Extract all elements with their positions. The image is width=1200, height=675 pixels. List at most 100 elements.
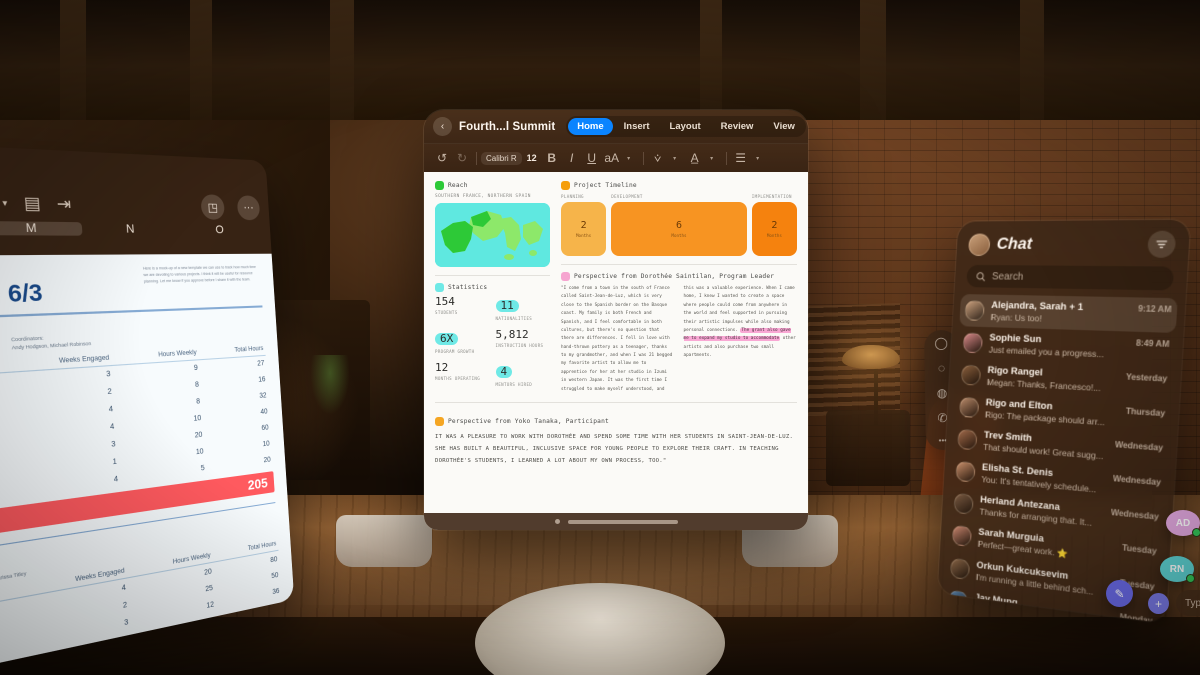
tab-insert[interactable]: Insert bbox=[615, 118, 659, 135]
phase-bar: 2 Months bbox=[751, 202, 797, 256]
perspective-tanaka-section: Perspective from Yoko Tanaka, Participan… bbox=[435, 416, 797, 467]
chevron-down-icon[interactable]: ▾ bbox=[748, 155, 768, 162]
add-button[interactable]: + bbox=[1148, 593, 1169, 614]
underline-button[interactable]: U bbox=[582, 151, 602, 165]
tab-view[interactable]: View bbox=[764, 118, 803, 135]
conversation-timestamp: Wednesday bbox=[1110, 507, 1160, 522]
chevron-down-icon[interactable]: ▾ bbox=[619, 155, 639, 162]
avatar bbox=[960, 364, 982, 386]
column-header-m[interactable]: M bbox=[0, 220, 83, 236]
tab-review[interactable]: Review bbox=[712, 118, 763, 135]
avatar-ad[interactable]: AD bbox=[1166, 510, 1200, 537]
conversation-timestamp: Thursday bbox=[1125, 406, 1166, 419]
avatar-rn[interactable]: RN bbox=[1160, 556, 1195, 583]
filter-icon[interactable] bbox=[1147, 230, 1177, 258]
redo-icon[interactable]: ↻ bbox=[452, 151, 472, 165]
ceiling-beam bbox=[1020, 0, 1044, 120]
avatar[interactable] bbox=[968, 233, 991, 256]
spreadsheet-window[interactable]: Review View A̲ ▾ ≡ ▾ ¶ ▾ ▤ ⇥ ◳ ··· L M N… bbox=[0, 139, 295, 675]
stat-label: STUDENTS bbox=[435, 310, 458, 316]
stat-item: 6X PROGRAM GROWTH bbox=[435, 329, 490, 355]
bell-icon[interactable]: ◯ bbox=[934, 335, 948, 349]
undo-icon[interactable]: ↺ bbox=[432, 151, 452, 165]
ceiling-beam bbox=[860, 0, 886, 120]
more-icon[interactable]: ··· bbox=[236, 195, 261, 221]
stat-label: INSTRUCTION HOURS bbox=[495, 343, 544, 349]
reach-section-header: Reach bbox=[435, 181, 550, 190]
stat-item: 12 MONTHS OPERATING bbox=[435, 362, 490, 388]
conversation-timestamp: Wednesday bbox=[1112, 473, 1162, 488]
quote-text-right: this was a valuable experience. When I c… bbox=[683, 285, 798, 360]
phase-bar: 2 Months bbox=[561, 202, 607, 256]
chevron-down-icon[interactable]: ▾ bbox=[2, 197, 8, 208]
quote-col-right: this was a valuable experience. When I c… bbox=[683, 285, 798, 394]
phase-unit: Months bbox=[576, 233, 592, 238]
conversation-list[interactable]: Alejandra, Sarah + 1 Ryan: Us too! 9:12 AM… bbox=[938, 294, 1186, 624]
phase-value: 2 bbox=[771, 220, 778, 231]
font-name-field[interactable]: Calibri R bbox=[481, 151, 522, 165]
page-indicator-dot[interactable] bbox=[554, 519, 560, 524]
section-dot-icon bbox=[435, 283, 444, 292]
perspective-tanaka-title: Perspective from Yoko Tanaka, Participan… bbox=[448, 417, 609, 425]
chevron-down-icon[interactable]: ▾ bbox=[665, 155, 685, 162]
total-value: 205 bbox=[247, 474, 269, 493]
chevron-left-icon[interactable]: ‹ bbox=[433, 117, 452, 136]
spreadsheet-toolbar[interactable]: A̲ ▾ ≡ ▾ ¶ ▾ ▤ ⇥ ◳ ··· bbox=[0, 184, 261, 221]
collaborate-icon[interactable]: ◳ bbox=[200, 194, 226, 220]
conversation-timestamp: Yesterday bbox=[1125, 372, 1168, 384]
page-columns: Reach SOUTHERN FRANCE, NORTHERN SPAIN St… bbox=[435, 181, 797, 394]
ceiling-beam bbox=[60, 0, 86, 120]
document-window[interactable]: ‹ Fourth...l Summit Home Insert Layout R… bbox=[424, 110, 808, 530]
ceiling-beam bbox=[700, 0, 722, 120]
conversation-timestamp: 9:12 AM bbox=[1137, 303, 1172, 315]
people-icon[interactable]: ◍ bbox=[937, 385, 948, 399]
conversation-text: Trev Smith That should work! Great sugg..… bbox=[983, 430, 1108, 462]
stat-item: 5,812 INSTRUCTION HOURS bbox=[496, 329, 551, 355]
phase-caption: DEVELOPMENT bbox=[611, 194, 643, 199]
status-dot bbox=[1192, 528, 1200, 537]
italic-button[interactable]: I bbox=[562, 151, 582, 165]
column-header-n[interactable]: N bbox=[82, 222, 177, 236]
right-column: Project Timeline PLANNING 2 Months DEVELOPM… bbox=[561, 181, 797, 394]
ribbon-tabs[interactable]: Home Insert Layout Review View bbox=[566, 116, 806, 137]
type-input[interactable]: Type bbox=[1176, 590, 1200, 616]
conversation-text: Rigo Rangel Megan: Thanks, Francesco!... bbox=[987, 365, 1119, 394]
phase-caption: IMPLEMENTATION bbox=[751, 194, 792, 199]
column-header-o[interactable]: O bbox=[176, 223, 262, 237]
tab-layout[interactable]: Layout bbox=[661, 118, 710, 135]
ceiling-beam bbox=[190, 0, 212, 120]
tab-home[interactable]: Home bbox=[568, 118, 613, 135]
timeline-phase: PLANNING 2 Months bbox=[561, 194, 607, 256]
stat-item: 11 NATIONALITIES bbox=[495, 296, 551, 322]
reach-title: Reach bbox=[448, 182, 468, 189]
chat-bubble-icon[interactable]: ◌ bbox=[938, 360, 945, 374]
window-resize-handle[interactable] bbox=[567, 519, 678, 524]
quote-text-left: "I come from a town in the south of Fran… bbox=[561, 286, 673, 392]
table-icon[interactable]: ▤ bbox=[23, 193, 41, 214]
search-input[interactable]: Search bbox=[966, 264, 1175, 291]
conversation-preview: Ryan: Us too! bbox=[990, 311, 1043, 324]
avatar bbox=[958, 396, 980, 418]
phase-unit: Months bbox=[766, 233, 782, 238]
conversation-text: Sophie Sun Just emailed you a progress... bbox=[989, 332, 1129, 360]
chevron-down-icon[interactable]: ▾ bbox=[702, 155, 722, 162]
perspective-tanaka-header: Perspective from Yoko Tanaka, Participan… bbox=[435, 416, 797, 426]
document-toolbar[interactable]: ↺ ↻ Calibri R 12 B I U aA ▾ ⩒ ▾ A̲ ▾ ☰ ▾ bbox=[424, 143, 808, 172]
timeline-phase: IMPLEMENTATION 2 Months bbox=[751, 194, 797, 256]
plant bbox=[310, 355, 350, 415]
chat-header: Chat bbox=[956, 220, 1190, 265]
phone-icon[interactable]: ✆ bbox=[937, 410, 947, 424]
compose-icon[interactable]: ✎ bbox=[1106, 580, 1133, 607]
indent-icon[interactable]: ⇥ bbox=[56, 193, 72, 215]
font-size-field[interactable]: 12 bbox=[527, 153, 537, 163]
avatar-initials: AD bbox=[1175, 517, 1191, 529]
quote-pre: this was a valuable experience. When I c… bbox=[683, 286, 795, 333]
stat-label: MONTHS OPERATING bbox=[435, 376, 481, 382]
divider bbox=[435, 275, 550, 276]
chat-window[interactable]: Chat Search Alejandra, Sarah + 1 Ryan: Us… bbox=[937, 219, 1191, 624]
timeline-phase: DEVELOPMENT 6 Months bbox=[611, 194, 747, 256]
phase-caption: PLANNING bbox=[561, 194, 584, 199]
statistics-section-header: Statistics bbox=[435, 283, 550, 292]
bold-button[interactable]: B bbox=[542, 151, 562, 165]
divider bbox=[642, 151, 644, 165]
